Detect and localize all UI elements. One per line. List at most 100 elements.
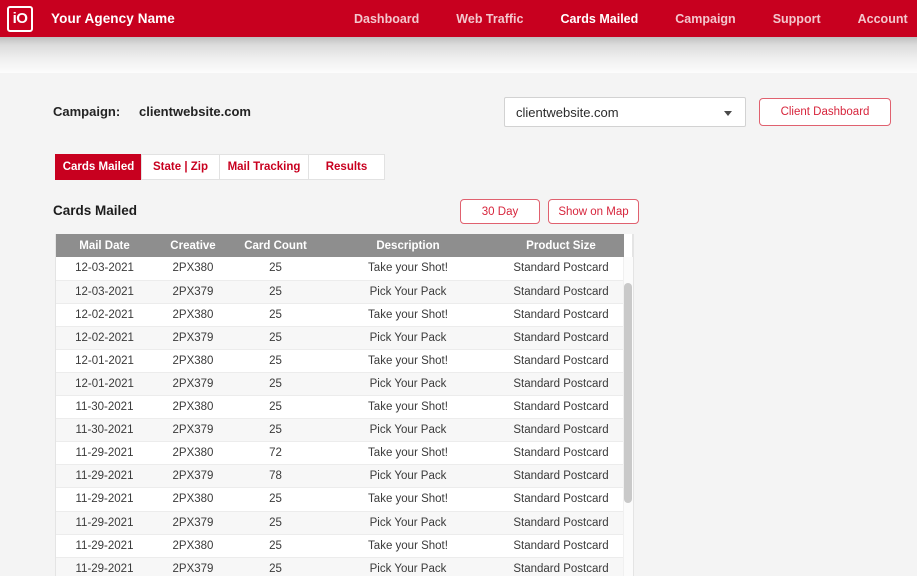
campaign-label: Campaign: (53, 104, 121, 119)
cell-product-size: Standard Postcard (498, 511, 624, 535)
cell-product-size: Standard Postcard (498, 487, 624, 512)
column-header-creative[interactable]: Creative (153, 234, 233, 257)
cell-creative: 2PX380 (153, 534, 233, 558)
cell-product-size: Standard Postcard (498, 418, 624, 443)
tab-results[interactable]: Results (308, 154, 385, 180)
table-row[interactable]: 11-30-2021 2PX379 25 Pick Your Pack Standard… (56, 418, 624, 443)
table-row[interactable]: 12-03-2021 2PX380 25 Take your Shot! Standar… (56, 257, 624, 281)
column-header-mail-date[interactable]: Mail Date (56, 234, 153, 257)
cell-creative: 2PX379 (153, 326, 233, 350)
cell-description: Pick Your Pack (318, 418, 498, 443)
nav-link-campaign[interactable]: Campaign (673, 12, 737, 26)
campaign-select[interactable]: clientwebsite.com (504, 97, 746, 127)
cell-product-size: Standard Postcard (498, 280, 624, 304)
campaign-row: Campaign: clientwebsite.com clientwebsit… (0, 97, 917, 130)
table-header: Mail Date Creative Card Count Descriptio… (56, 234, 624, 257)
cell-description: Take your Shot! (318, 257, 498, 281)
nav-link-dashboard[interactable]: Dashboard (352, 12, 421, 26)
cell-card-count: 25 (233, 395, 318, 420)
tab-mail-tracking[interactable]: Mail Tracking (219, 154, 309, 180)
cell-creative: 2PX379 (153, 418, 233, 443)
cell-product-size: Standard Postcard (498, 395, 624, 420)
cell-card-count: 78 (233, 464, 318, 489)
table-row[interactable]: 11-29-2021 2PX379 25 Pick Your Pack Standard… (56, 557, 624, 576)
column-header-card-count[interactable]: Card Count (233, 234, 318, 257)
cell-card-count: 25 (233, 534, 318, 558)
cell-description: Pick Your Pack (318, 372, 498, 397)
io-logo-icon[interactable]: iO (7, 5, 33, 32)
cell-card-count: 25 (233, 511, 318, 535)
cell-mail-date: 12-01-2021 (56, 372, 153, 397)
cell-creative: 2PX379 (153, 464, 233, 489)
cell-description: Take your Shot! (318, 487, 498, 512)
cards-mailed-table: Mail Date Creative Card Count Descriptio… (56, 234, 624, 576)
cell-description: Take your Shot! (318, 349, 498, 373)
table-row[interactable]: 12-03-2021 2PX379 25 Pick Your Pack Standard… (56, 280, 624, 304)
table-row[interactable]: 11-29-2021 2PX379 78 Pick Your Pack Standard… (56, 464, 624, 489)
table-row[interactable]: 11-29-2021 2PX380 25 Take your Shot! Standar… (56, 487, 624, 512)
cell-card-count: 25 (233, 557, 318, 576)
top-navigation-bar: iO Your Agency Name Dashboard Web Traffi… (0, 0, 917, 37)
table-row[interactable]: 11-29-2021 2PX380 25 Take your Shot! Standar… (56, 534, 624, 558)
cell-creative: 2PX380 (153, 257, 233, 281)
cell-product-size: Standard Postcard (498, 534, 624, 558)
cell-description: Pick Your Pack (318, 280, 498, 304)
logo-text: iO (12, 10, 28, 27)
table-row[interactable]: 12-01-2021 2PX380 25 Take your Shot! Standar… (56, 349, 624, 373)
client-dashboard-button[interactable]: Client Dashboard (759, 98, 891, 126)
table-row[interactable]: 12-01-2021 2PX379 25 Pick Your Pack Standard… (56, 372, 624, 397)
cell-product-size: Standard Postcard (498, 326, 624, 350)
agency-name-label: Your Agency Name (51, 11, 175, 26)
cell-mail-date: 11-29-2021 (56, 487, 153, 512)
table-scrollbar-thumb[interactable] (624, 283, 632, 503)
tab-cards-mailed[interactable]: Cards Mailed (55, 154, 142, 180)
cell-mail-date: 12-02-2021 (56, 326, 153, 350)
nav-link-cards-mailed[interactable]: Cards Mailed (558, 12, 640, 26)
campaign-value: clientwebsite.com (139, 104, 251, 119)
nav-link-account[interactable]: Account (856, 12, 910, 26)
table-row[interactable]: 12-02-2021 2PX379 25 Pick Your Pack Standard… (56, 326, 624, 350)
table-header-row: Mail Date Creative Card Count Descriptio… (56, 234, 624, 257)
cell-mail-date: 11-29-2021 (56, 464, 153, 489)
range-30-day-button[interactable]: 30 Day (460, 199, 540, 224)
table-row[interactable]: 11-29-2021 2PX380 72 Take your Shot! Standar… (56, 441, 624, 466)
cell-description: Take your Shot! (318, 303, 498, 327)
cell-product-size: Standard Postcard (498, 303, 624, 327)
cell-description: Take your Shot! (318, 534, 498, 558)
campaign-select-value: clientwebsite.com (516, 105, 619, 120)
cell-creative: 2PX380 (153, 349, 233, 373)
cell-card-count: 25 (233, 487, 318, 512)
cell-creative: 2PX380 (153, 395, 233, 420)
cell-description: Take your Shot! (318, 395, 498, 420)
cell-mail-date: 11-29-2021 (56, 534, 153, 558)
cell-card-count: 25 (233, 349, 318, 373)
cell-mail-date: 12-02-2021 (56, 303, 153, 327)
cell-product-size: Standard Postcard (498, 441, 624, 466)
cell-description: Pick Your Pack (318, 511, 498, 535)
cell-creative: 2PX380 (153, 303, 233, 327)
nav-link-support[interactable]: Support (771, 12, 823, 26)
cell-card-count: 25 (233, 303, 318, 327)
cell-card-count: 25 (233, 418, 318, 443)
cell-description: Pick Your Pack (318, 557, 498, 576)
cell-product-size: Standard Postcard (498, 257, 624, 281)
show-on-map-button[interactable]: Show on Map (548, 199, 639, 224)
cell-mail-date: 12-03-2021 (56, 280, 153, 304)
nav-link-web-traffic[interactable]: Web Traffic (454, 12, 525, 26)
cell-mail-date: 11-29-2021 (56, 511, 153, 535)
column-header-description[interactable]: Description (318, 234, 498, 257)
table-row[interactable]: 12-02-2021 2PX380 25 Take your Shot! Standar… (56, 303, 624, 327)
cell-description: Pick Your Pack (318, 464, 498, 489)
table-row[interactable]: 11-29-2021 2PX379 25 Pick Your Pack Standard… (56, 511, 624, 535)
column-header-product-size[interactable]: Product Size (498, 234, 624, 257)
cell-card-count: 72 (233, 441, 318, 466)
nav-drop-shadow (0, 37, 917, 73)
cell-card-count: 25 (233, 257, 318, 281)
cell-card-count: 25 (233, 280, 318, 304)
cell-creative: 2PX379 (153, 372, 233, 397)
tab-state-zip[interactable]: State | Zip (141, 154, 220, 180)
cell-mail-date: 11-30-2021 (56, 418, 153, 443)
cell-mail-date: 12-03-2021 (56, 257, 153, 281)
table-row[interactable]: 11-30-2021 2PX380 25 Take your Shot! Standar… (56, 395, 624, 420)
cards-mailed-table-container: Mail Date Creative Card Count Descriptio… (55, 234, 633, 576)
